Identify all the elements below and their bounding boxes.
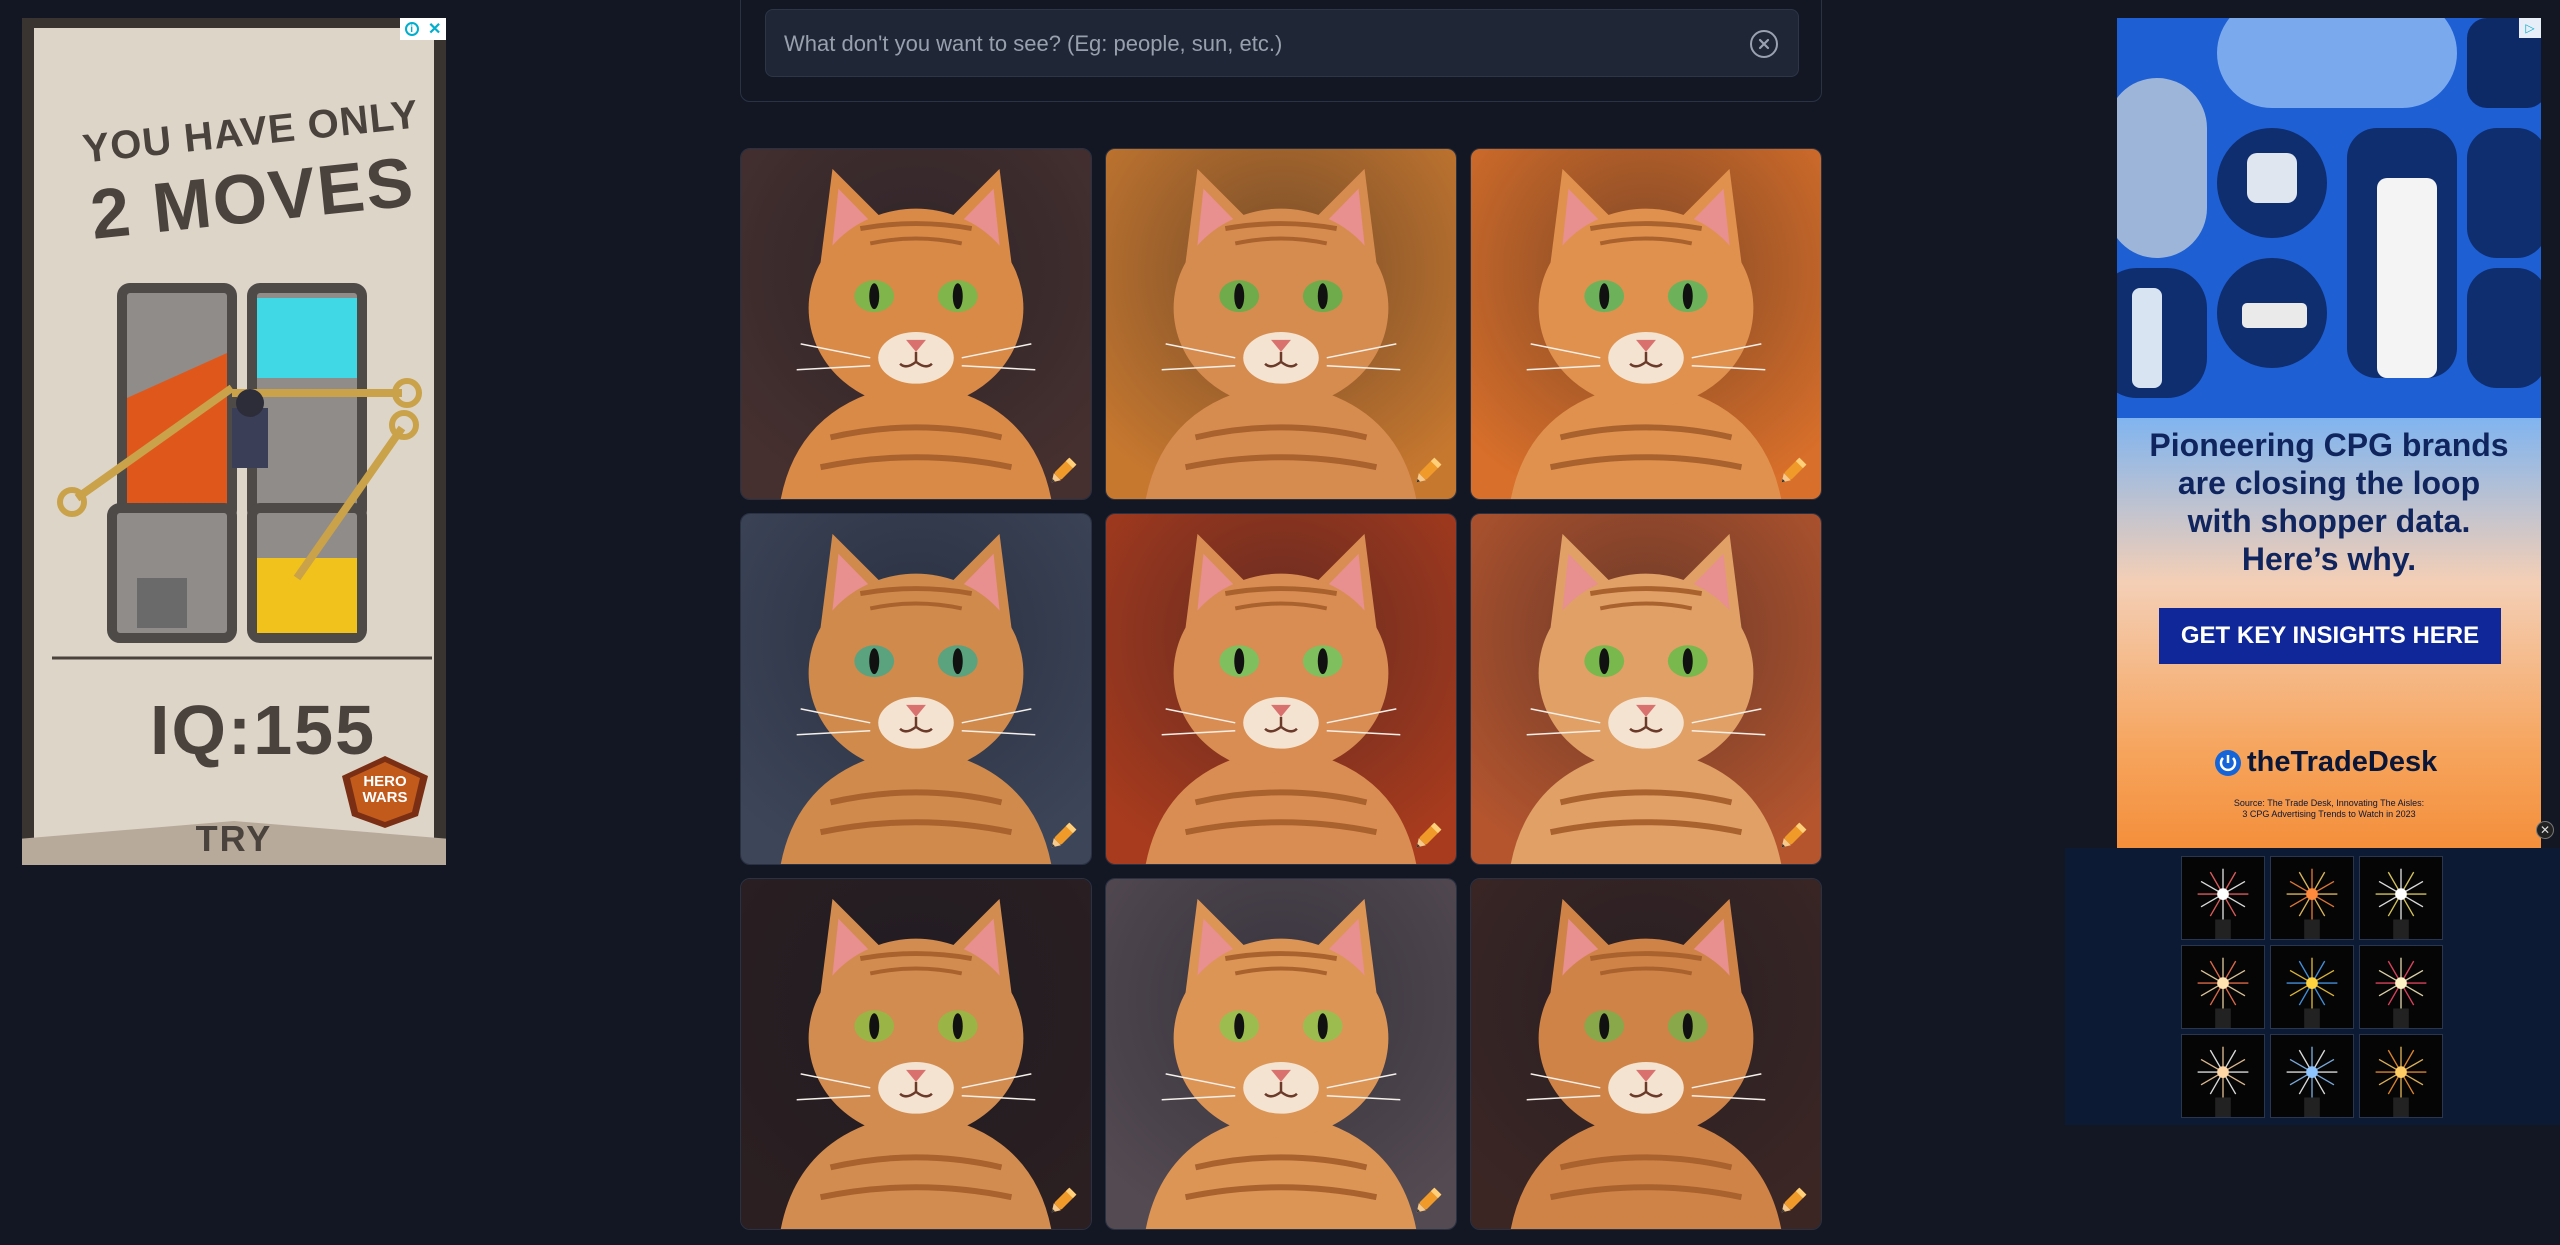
cat-image (1106, 879, 1456, 1229)
pencil-icon[interactable] (1410, 818, 1446, 854)
pencil-icon[interactable] (1775, 453, 1811, 489)
ad-source-note: Source: The Trade Desk, Innovating The A… (2233, 798, 2425, 819)
negative-prompt-field[interactable] (765, 9, 1799, 78)
pencil-icon[interactable] (1775, 1183, 1811, 1219)
cat-image (1106, 514, 1456, 864)
firework-thumbnail[interactable] (2181, 1034, 2265, 1118)
firework-thumbnail[interactable] (2359, 945, 2443, 1029)
ad-try-button[interactable]: TRY (22, 818, 446, 860)
generated-image-card[interactable] (1470, 513, 1822, 865)
adchoices-icon-right[interactable]: ▷ (2519, 18, 2541, 38)
pencil-icon[interactable] (1410, 1183, 1446, 1219)
firework-thumbnail[interactable] (2270, 856, 2354, 940)
negative-prompt-panel (740, 0, 1822, 102)
firework-thumbnail[interactable] (2181, 945, 2265, 1029)
puzzle-illustration (52, 283, 432, 660)
generated-image-card[interactable] (740, 148, 1092, 500)
close-ad-icon[interactable]: ✕ (2536, 821, 2554, 839)
generated-image-card[interactable] (740, 513, 1092, 865)
generated-image-card[interactable] (1470, 878, 1822, 1230)
firework-thumbnail[interactable] (2181, 856, 2265, 940)
cat-image (1106, 149, 1456, 499)
adchoices-icon[interactable]: i ✕ (400, 18, 446, 40)
pencil-icon[interactable] (1045, 818, 1081, 854)
generated-image-card[interactable] (1105, 513, 1457, 865)
generated-image-card[interactable] (1105, 148, 1457, 500)
tradedesk-logo: theTradeDesk (2215, 746, 2437, 779)
pencil-icon[interactable] (1045, 1183, 1081, 1219)
power-icon (2215, 749, 2241, 776)
firework-thumbnail[interactable] (2359, 1034, 2443, 1118)
product-tiles-illustration (2117, 18, 2541, 418)
ad-copy: Pioneering CPG brands are closing the lo… (2149, 427, 2509, 577)
negative-prompt-input[interactable] (782, 10, 1686, 78)
get-key-insights-button[interactable]: GET KEY INSIGHTS HERE (2159, 608, 2501, 664)
generated-image-card[interactable] (1105, 878, 1457, 1230)
hero-wars-logo-text: HERO WARS (362, 773, 408, 806)
firework-thumbnail[interactable] (2270, 1034, 2354, 1118)
pencil-icon[interactable] (1045, 453, 1081, 489)
cat-image (741, 879, 1091, 1229)
firework-thumbnail[interactable] (2359, 856, 2443, 940)
pencil-icon[interactable] (1410, 453, 1446, 489)
left-advertisement[interactable]: YOU HAVE ONLY 2 MOVES IQ:155 HERO WARS T… (22, 18, 446, 865)
right-advertisement[interactable]: Pioneering CPG brands are closing the lo… (2117, 18, 2541, 848)
video-widget[interactable] (2065, 848, 2560, 1125)
cat-image (1471, 879, 1821, 1229)
video-thumbnails (2181, 856, 2443, 1118)
image-grid (740, 148, 1822, 1230)
clear-icon[interactable] (1750, 30, 1778, 58)
cat-image (1471, 514, 1821, 864)
firework-thumbnail[interactable] (2270, 945, 2354, 1029)
generated-image-card[interactable] (740, 878, 1092, 1230)
pencil-icon[interactable] (1775, 818, 1811, 854)
cat-image (741, 514, 1091, 864)
cat-image (1471, 149, 1821, 499)
cat-image (741, 149, 1091, 499)
generated-image-card[interactable] (1470, 148, 1822, 500)
